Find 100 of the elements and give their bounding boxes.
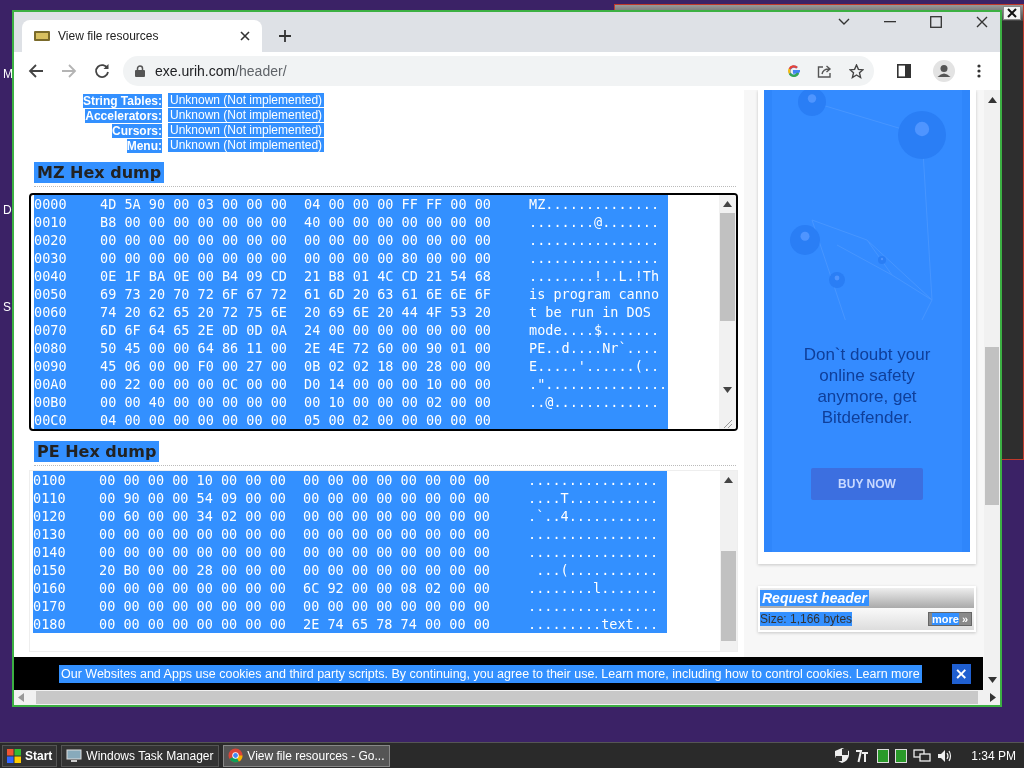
hex-bytes: 00 00 00 00 00 00 00 00: [303, 544, 491, 560]
favicon-icon: [34, 31, 50, 41]
hex-bytes: 00 00 00 00 00 00 00 00: [303, 472, 491, 488]
side-panel-icon[interactable]: [897, 64, 911, 78]
network-icon[interactable]: [913, 748, 932, 763]
resource-value: Unknown (Not implemented): [168, 122, 325, 137]
shield-icon[interactable]: [835, 748, 850, 763]
hex-bytes: 20 69 6E 20 44 4F 53 20: [304, 304, 492, 320]
hex-bytes: 00 00 00 00 00 00 00 00: [303, 562, 491, 578]
reload-icon[interactable]: [94, 63, 110, 79]
hex-offset: 0070: [34, 322, 68, 338]
profile-icon[interactable]: [933, 60, 955, 82]
hex-bytes: 00 00 40 00 00 00 00 00: [100, 394, 288, 410]
hex-bytes: 00 00 00 00 00 00 00 00: [303, 490, 491, 506]
cookie-notice: Our Websites and Apps use cookies and third party scripts. By continuing, you agree to their use. Learn more, including how to control cookies. Learn more: [59, 664, 922, 683]
resource-label: Menu:: [126, 138, 162, 153]
panel-title: Request header: [760, 590, 870, 606]
speaker-icon[interactable]: [937, 748, 954, 763]
hex-offset: 00C0: [34, 412, 68, 428]
chevron-down-icon[interactable]: [838, 18, 850, 26]
hex-ascii: is program canno: [529, 286, 660, 302]
scroll-up-icon[interactable]: [724, 477, 733, 483]
lock-icon: [135, 65, 145, 77]
maximize-icon[interactable]: [930, 16, 942, 28]
hex-offset: 00B0: [34, 394, 68, 410]
hex-bytes: 00 90 00 00 54 09 00 00: [99, 490, 287, 506]
taskbar-button[interactable]: View file resources - Go...: [223, 744, 390, 767]
hex-dump-field[interactable]: [29, 193, 738, 431]
hex-bytes: 50 45 00 00 64 86 11 00: [100, 340, 288, 356]
resource-label: Accelerators:: [85, 108, 162, 123]
ad-text: Don`t doubt your online safety anymore, get Bitdefender.: [802, 344, 932, 428]
hex-ascii: t be run in DOS: [529, 304, 652, 320]
close-icon[interactable]: [1003, 6, 1021, 20]
hex-bytes: 00 00 00 00 00 00 00 00: [99, 598, 287, 614]
scroll-down-icon[interactable]: [987, 677, 997, 683]
hex-bytes: 00 00 00 00 00 00 00 00: [99, 580, 287, 596]
windows-flag-icon: [7, 748, 21, 763]
menu-icon[interactable]: [977, 64, 981, 78]
hex-ascii: ........@.......: [529, 214, 660, 230]
hex-bytes: 74 20 62 65 20 72 75 6E: [100, 304, 288, 320]
google-icon[interactable]: [787, 64, 801, 78]
hex-offset: 0160: [33, 580, 67, 596]
hex-bytes: 00 00 00 00 00 00 00 00: [99, 616, 287, 632]
scrollbar[interactable]: [984, 90, 1000, 690]
hex-offset: 0110: [33, 490, 67, 506]
tray-status-icon[interactable]: [895, 748, 908, 763]
desktop-icon-label[interactable]: D: [3, 203, 12, 217]
resource-value: Unknown (Not implemented): [168, 137, 325, 152]
new-tab-icon[interactable]: [278, 29, 292, 43]
hex-bytes: 40 00 00 00 00 00 00 00: [304, 214, 492, 230]
hex-ascii: mode....$.......: [529, 322, 660, 338]
hex-bytes: 4D 5A 90 00 03 00 00 00: [100, 196, 288, 212]
hex-bytes: 0E 1F BA 0E 00 B4 09 CD: [100, 268, 288, 284]
close-icon[interactable]: [240, 31, 250, 41]
hex-ascii: .`..4...........: [528, 508, 659, 524]
hex-ascii: ...(...........: [535, 562, 659, 578]
hex-bytes: 00 00 00 00 00 00 00 00: [100, 232, 288, 248]
scrollbar[interactable]: [14, 690, 1000, 705]
share-icon[interactable]: [817, 64, 833, 78]
hex-offset: 0150: [33, 562, 67, 578]
scrollbar-thumb[interactable]: [36, 691, 978, 704]
resize-grip-icon[interactable]: [722, 419, 733, 429]
hex-bytes: 00 00 00 00 00 00 00 00: [99, 526, 287, 542]
tray-status-icon[interactable]: [877, 748, 890, 763]
hex-ascii: ........l.......: [528, 580, 659, 596]
start-button[interactable]: Start: [2, 744, 58, 767]
scrollbar-thumb[interactable]: [985, 347, 999, 505]
browser-tab[interactable]: View file resources: [22, 20, 262, 52]
address-bar[interactable]: exe.urih.com/header/: [123, 56, 874, 86]
star-icon[interactable]: [849, 63, 864, 79]
scroll-right-icon[interactable]: [990, 693, 996, 702]
minimize-icon[interactable]: [884, 21, 896, 23]
hex-offset: 0010: [34, 214, 68, 230]
hex-ascii: ................: [528, 544, 659, 560]
close-button[interactable]: ×: [951, 663, 971, 684]
monitor-icon: [66, 748, 83, 763]
hex-offset: 0090: [34, 358, 68, 374]
hex-ascii: ................: [528, 598, 659, 614]
desktop-icon-label[interactable]: S: [3, 300, 11, 314]
hex-bytes: D0 14 00 00 00 10 00 00: [304, 376, 492, 392]
close-icon[interactable]: [976, 16, 988, 28]
hex-bytes: 00 00 00 00 00 00 00 00: [304, 232, 492, 248]
hex-offset: 0060: [34, 304, 68, 320]
scrollbar-thumb[interactable]: [720, 213, 735, 321]
back-icon[interactable]: [28, 63, 44, 79]
hex-offset: 0050: [34, 286, 68, 302]
scroll-up-icon[interactable]: [723, 201, 732, 207]
hex-offset: 0020: [34, 232, 68, 248]
hex-offset: 0140: [33, 544, 67, 560]
desktop-icon-label[interactable]: M: [3, 67, 13, 81]
taskbar-button[interactable]: Windows Task Manager: [61, 744, 220, 767]
hex-bytes: 6D 6F 64 65 2E 0D 0D 0A: [100, 322, 288, 338]
hex-bytes: 20 B0 00 00 28 00 00 00: [99, 562, 287, 578]
scroll-down-icon[interactable]: [723, 387, 732, 393]
resource-label: Cursors:: [112, 123, 162, 138]
clock[interactable]: 1:34 PM: [971, 748, 1016, 763]
scrollbar-thumb[interactable]: [721, 551, 736, 641]
scroll-up-icon[interactable]: [987, 97, 997, 103]
hex-offset: 0100: [33, 472, 67, 488]
hex-bytes: 2E 4E 72 60 00 90 01 00: [304, 340, 492, 356]
